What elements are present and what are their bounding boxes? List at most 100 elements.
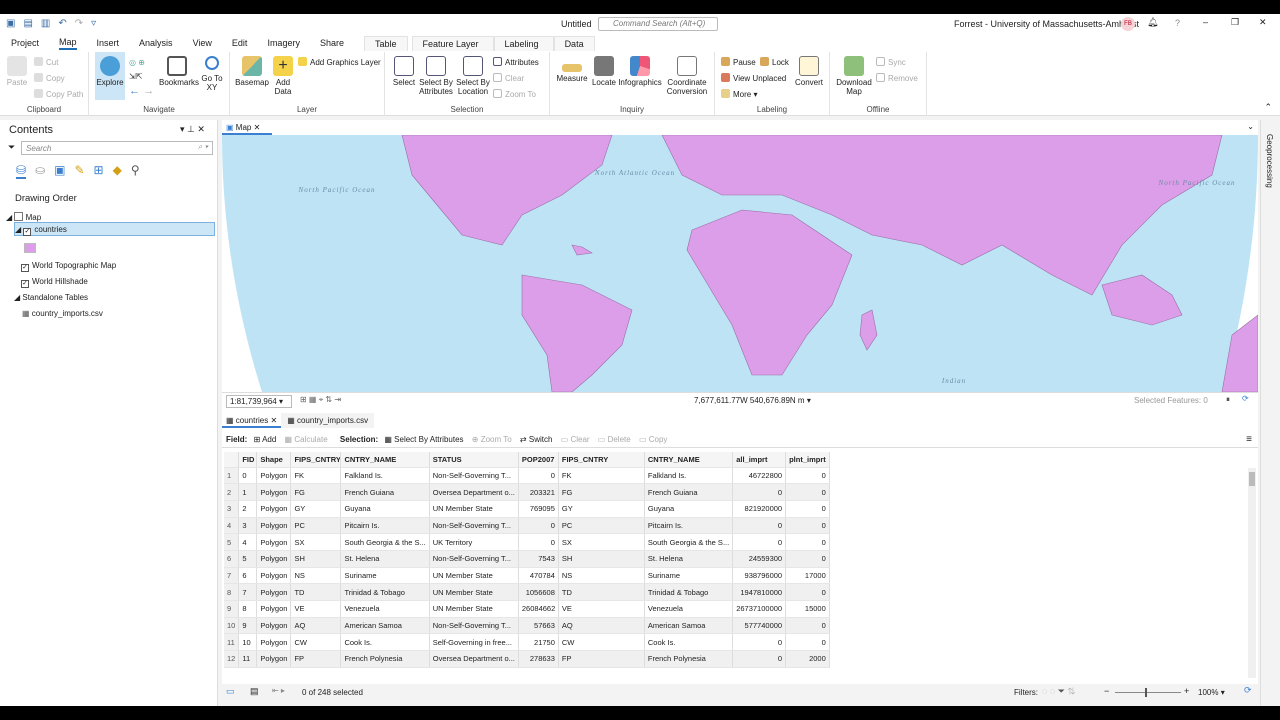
table-cell[interactable]: Polygon [256,517,292,535]
table-cell[interactable]: Polygon [256,583,292,601]
row-number[interactable]: 1 [224,467,240,485]
coordinate-conversion-button[interactable]: Coordinate Conversion [662,56,712,96]
column-header[interactable]: FIPS_CNTRY [558,452,645,468]
table-cell[interactable]: NS [290,567,342,585]
calculate-button[interactable]: ▦ Calculate [285,435,328,444]
row-number[interactable]: 5 [224,533,240,551]
table-cell[interactable]: CW [558,633,645,652]
convert-button[interactable]: Convert [793,56,825,87]
list-by-perspective-icon[interactable]: ⚲ [131,163,140,179]
table-cell[interactable]: Suriname [340,567,430,585]
fixed-zoom-icon[interactable]: ⇲⇱ [129,72,142,81]
table-scrollbar[interactable] [1248,468,1256,678]
paste-button[interactable]: Paste [4,56,30,87]
table-cell[interactable]: 7 [238,583,258,601]
copy-path-button[interactable]: Copy Path [34,89,83,99]
table-cell[interactable]: 26084662 [518,600,559,618]
list-by-labeling-icon[interactable]: ◆ [113,163,122,179]
table-cell[interactable]: Non-Self-Governing T... [429,517,519,535]
table-cell[interactable]: 0 [732,533,787,551]
geoprocessing-side-tab[interactable]: Geoprocessing [1260,120,1280,706]
table-cell[interactable]: UK Territory [429,533,519,551]
table-cell[interactable]: 0 [785,517,830,535]
tree-item-world-topographic-map[interactable]: ✓ World Topographic Map [21,261,116,272]
table-cell[interactable]: FP [290,650,342,668]
zoom-to-button[interactable]: ⊕ Zoom To [472,435,512,444]
table-cell[interactable]: 26737100000 [732,600,787,618]
tab-table[interactable]: Table [363,35,408,51]
explore-button[interactable]: Explore [95,52,125,100]
table-cell[interactable]: Polygon [256,650,292,668]
more-labeling-button[interactable]: More ▾ [721,89,757,99]
tab-insert[interactable]: Insert [97,38,120,48]
table-cell[interactable]: UN Member State [429,567,519,585]
table-menu-icon[interactable]: ≡ [1246,434,1252,445]
zoom-level[interactable]: 100% ▾ [1198,688,1225,697]
table-cell[interactable]: 1 [238,483,258,501]
hillshade-checkbox[interactable]: ✓ [21,280,29,288]
measure-button[interactable]: Measure [554,56,590,83]
row-number[interactable]: 9 [224,600,240,618]
table-cell[interactable]: Non-Self-Governing T... [429,550,519,568]
show-all-records-icon[interactable]: ▭ [226,686,235,697]
add-graphics-layer-button[interactable]: Add Graphics Layer [298,57,381,67]
table-cell[interactable]: French Guiana [644,483,734,501]
column-header[interactable]: plnt_imprt [785,452,830,468]
countries-symbol[interactable] [24,243,36,253]
refresh-table-icon[interactable]: ⟳ [1244,685,1252,696]
table-cell[interactable]: 0 [785,583,830,601]
table-cell[interactable]: TD [558,583,645,601]
table-cell[interactable]: UN Member State [429,600,519,618]
table-cell[interactable]: FK [558,467,645,485]
table-cell[interactable]: VE [558,600,645,618]
cut-button[interactable]: Cut [34,57,58,67]
table-cell[interactable]: Pitcairn Is. [340,517,430,535]
table-row[interactable]: 9 8 Polygon VE Venezuela UN Member State 26084… [224,600,830,618]
table-cell[interactable]: American Samoa [644,617,734,635]
table-tab-country-imports[interactable]: ▦ country_imports.csv [281,413,375,428]
lock-labels-button[interactable]: Lock [760,57,789,67]
map-tab[interactable]: ▣ Map ✕ [222,120,272,135]
collapse-ribbon-icon[interactable]: ⌃ [1264,102,1272,113]
table-row[interactable]: 11 10 Polygon CW Cook Is. Self-Governing in f… [224,633,830,652]
table-cell[interactable]: 3 [238,517,258,535]
minimize-icon[interactable]: – [1203,17,1208,27]
column-header[interactable]: Shape [256,452,292,468]
select-button[interactable]: Select [391,56,417,87]
attributes-button[interactable]: Attributes [493,57,539,67]
command-search-input[interactable]: Command Search (Alt+Q) [598,17,718,31]
table-cell[interactable]: UN Member State [429,500,519,518]
clear-button[interactable]: ▭ Clear [561,435,590,444]
table-cell[interactable]: FG [558,483,645,501]
row-number[interactable]: 7 [224,567,240,585]
table-cell[interactable]: 57663 [518,617,559,635]
save-icon[interactable]: ▥ [41,18,50,29]
table-cell[interactable]: 0 [518,533,559,551]
table-cell[interactable]: 0 [732,633,787,652]
select-by-attributes-button[interactable]: Select By Attributes [417,56,455,96]
table-cell[interactable]: SH [558,550,645,568]
tab-share[interactable]: Share [320,38,344,48]
table-cell[interactable]: Venezuela [644,600,734,618]
table-cell[interactable]: AQ [558,617,645,635]
help-icon[interactable]: ? [1175,18,1180,28]
table-cell[interactable]: South Georgia & the S... [644,533,734,551]
table-cell[interactable]: 278633 [518,650,559,668]
table-cell[interactable]: 6 [238,567,258,585]
coordinates-readout[interactable]: 7,677,611.77W 540,676.89N m ▾ [694,396,811,405]
table-cell[interactable]: CW [290,633,342,652]
table-cell[interactable]: Polygon [256,600,292,618]
select-by-attributes-table-button[interactable]: ▦ Select By Attributes [384,435,463,444]
table-cell[interactable]: French Polynesia [644,650,734,668]
table-cell[interactable]: 0 [785,550,830,568]
table-cell[interactable]: 2 [238,500,258,518]
table-row[interactable]: 2 1 Polygon FG French Guiana Oversea Departme… [224,483,830,501]
infographics-button[interactable]: Infographics [618,56,662,87]
row-number[interactable]: 3 [224,500,240,518]
table-cell[interactable]: Non-Self-Governing T... [429,617,519,635]
table-cell[interactable]: Guyana [340,500,430,518]
list-by-editing-icon[interactable]: ✎ [74,163,84,179]
row-number[interactable]: 2 [224,483,240,501]
table-cell[interactable]: Suriname [644,567,734,585]
delete-button[interactable]: ▭ Delete [598,435,631,444]
